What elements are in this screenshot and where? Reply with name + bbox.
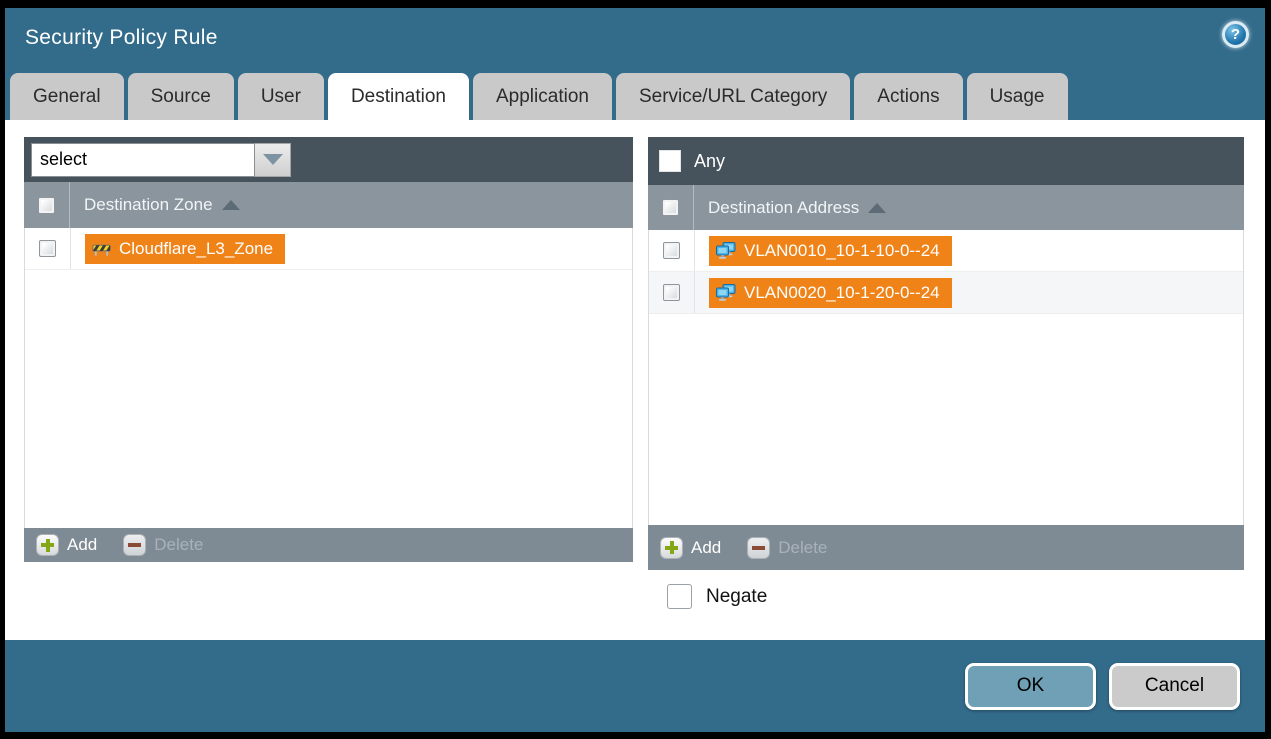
zone-row-checkbox[interactable]: [39, 240, 56, 257]
tab-application[interactable]: Application: [473, 73, 612, 120]
add-icon: [36, 534, 59, 556]
negate-label: Negate: [706, 586, 767, 608]
zone-column-header: Destination Zone: [24, 182, 633, 228]
destination-zone-panel: Destination Zone: [24, 137, 633, 570]
address-item-label: VLAN0010_10-1-10-0--24: [744, 241, 940, 261]
address-icon: [716, 242, 736, 259]
delete-icon: [123, 534, 146, 556]
table-row: VLAN0020_10-1-20-0--24: [649, 272, 1243, 314]
help-glyph: ?: [1231, 26, 1240, 43]
tab-source[interactable]: Source: [128, 73, 234, 120]
zone-column-title[interactable]: Destination Zone: [84, 195, 213, 215]
dialog-title: Security Policy Rule: [25, 26, 218, 50]
table-row: Cloudflare_L3_Zone: [25, 228, 632, 270]
tab-user[interactable]: User: [238, 73, 324, 120]
tab-destination[interactable]: Destination: [328, 73, 469, 121]
table-row: VLAN0010_10-1-10-0--24: [649, 230, 1243, 272]
tab-actions[interactable]: Actions: [854, 73, 962, 120]
tab-service-url-category[interactable]: Service/URL Category: [616, 73, 850, 120]
dialog-titlebar: Security Policy Rule ?: [5, 8, 1265, 68]
zone-select-dropdown-button[interactable]: [255, 143, 291, 177]
address-select-all-checkbox[interactable]: [662, 199, 679, 216]
chevron-down-icon: [263, 154, 283, 165]
address-list: VLAN0010_10-1-10-0--24: [648, 230, 1244, 525]
negate-row: Negate: [667, 584, 1265, 609]
destination-tab-content: Destination Zone: [5, 120, 1265, 640]
zone-select-combo: [31, 143, 291, 177]
address-icon: [716, 284, 736, 301]
dialog-button-band: OK Cancel: [5, 640, 1265, 732]
address-row-checkbox[interactable]: [663, 284, 680, 301]
zone-list: Cloudflare_L3_Zone: [24, 228, 633, 528]
zone-icon: [92, 241, 111, 257]
sort-ascending-icon[interactable]: [222, 200, 240, 210]
address-footer-bar: Add Delete: [648, 525, 1244, 570]
destination-address-panel: Any Destination Address: [648, 137, 1244, 570]
address-row-checkbox[interactable]: [663, 242, 680, 259]
add-icon: [660, 537, 683, 559]
any-bar: Any: [648, 137, 1244, 185]
tab-bar: General Source User Destination Applicat…: [5, 68, 1265, 120]
delete-icon: [747, 537, 770, 559]
address-column-header: Destination Address: [648, 185, 1244, 230]
delete-zone-button[interactable]: Delete: [123, 534, 203, 556]
address-item-vlan0020[interactable]: VLAN0020_10-1-20-0--24: [709, 278, 952, 308]
zone-select-input[interactable]: [31, 143, 255, 177]
cancel-button[interactable]: Cancel: [1109, 663, 1240, 710]
zone-select-all-checkbox[interactable]: [38, 197, 55, 214]
security-policy-rule-dialog: Security Policy Rule ? General Source Us…: [5, 8, 1265, 732]
address-item-vlan0010[interactable]: VLAN0010_10-1-10-0--24: [709, 236, 952, 266]
negate-checkbox[interactable]: [667, 584, 692, 609]
address-column-title[interactable]: Destination Address: [708, 198, 859, 218]
add-zone-button[interactable]: Add: [36, 534, 97, 556]
zone-filter-bar: [24, 137, 633, 182]
any-checkbox[interactable]: [659, 150, 681, 172]
zone-item-label: Cloudflare_L3_Zone: [119, 239, 273, 259]
address-item-label: VLAN0020_10-1-20-0--24: [744, 283, 940, 303]
add-address-button[interactable]: Add: [660, 537, 721, 559]
any-label: Any: [694, 151, 725, 172]
delete-address-button[interactable]: Delete: [747, 537, 827, 559]
zone-item-cloudflare-l3-zone[interactable]: Cloudflare_L3_Zone: [85, 234, 285, 264]
tab-usage[interactable]: Usage: [967, 73, 1068, 120]
tab-general[interactable]: General: [10, 73, 124, 120]
zone-footer-bar: Add Delete: [24, 528, 633, 562]
ok-button[interactable]: OK: [965, 663, 1096, 710]
sort-ascending-icon[interactable]: [868, 203, 886, 213]
help-icon[interactable]: ?: [1222, 21, 1249, 48]
